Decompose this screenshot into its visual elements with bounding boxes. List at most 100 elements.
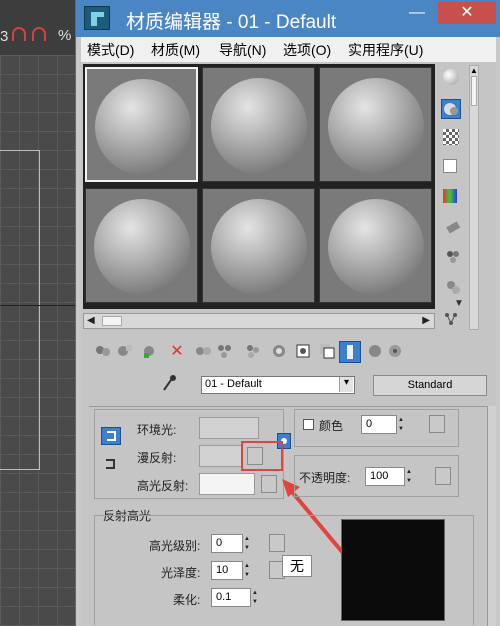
map-tooltip: 无 [282,555,312,577]
material-name-value: 01 - Default [205,378,262,390]
highlight-curve-graph [341,519,445,621]
close-button[interactable]: ✕ [438,2,496,24]
slots-horizontal-scrollbar[interactable]: ◀ ▶ [83,313,435,329]
soften-value: 0.1 [216,591,232,603]
material-sphere [94,199,190,295]
diffuse-label: 漫反射: [137,451,177,465]
specular-level-label: 高光级别: [149,539,201,553]
opacity-value: 100 [370,470,389,482]
menu-navigation[interactable]: 导航(N) [219,40,266,60]
menu-utilities[interactable]: 实用程序(U) [348,40,423,60]
sample-slots-grid [83,64,435,309]
show-end-result-icon[interactable] [317,342,337,362]
self-illum-map-button[interactable] [429,415,445,433]
make-preview-icon[interactable] [443,219,463,239]
material-type-button[interactable]: Standard [373,375,487,396]
self-illum-color-label: 颜色 [319,419,344,433]
lock-diffuse-specular-icon[interactable] [103,457,117,471]
params-scrollbar[interactable] [487,406,496,626]
scroll-left-arrow-icon[interactable]: ◀ [87,315,95,326]
go-forward-sibling-icon[interactable] [365,342,385,362]
material-name-dropdown[interactable]: 01 - Default ▾ [201,376,355,394]
glossiness-value: 10 [216,564,229,576]
options-icon[interactable] [443,249,463,269]
material-sphere [328,78,424,174]
material-sphere [211,199,307,295]
side-scroll-thumb[interactable] [471,76,477,106]
sample-slot[interactable] [202,67,315,182]
video-color-check-icon[interactable] [443,189,457,203]
sample-slot[interactable] [202,188,315,303]
material-editor-window: 材质编辑器 - 01 - Default — ✕ 模式(D) 材质(M) 导航(… [75,0,500,626]
specular-level-map-button[interactable] [269,534,285,552]
opacity-map-button[interactable] [435,467,451,485]
viewport-axis-line [0,305,75,306]
snap-magnet-icon[interactable] [12,27,26,41]
sample-slot[interactable] [319,188,432,303]
menu-options[interactable]: 选项(O) [283,40,331,60]
sample-type-icon[interactable] [443,69,459,85]
make-unique-icon[interactable] [215,342,235,362]
menu-bar: 模式(D) 材质(M) 导航(N) 选项(O) 实用程序(U) [81,37,496,62]
editor-content: ◀ ▶ ▼ ▲ ✕ 01 - Default ▾ Standard 环境光: 漫… [81,62,496,626]
specular-level-value: 0 [216,537,223,549]
material-id-channel-icon[interactable] [269,342,289,362]
viewport-object-outline [0,150,40,470]
3dsmax-app-icon [84,6,110,30]
dropdown-arrow-icon[interactable]: ▾ [339,377,353,392]
material-sphere [95,79,191,175]
parameters-rollout: 环境光: 漫反射: 高光反射: 颜色 0 ▲ ▼ 不透明度: 100 ▲ ▼ 反… [89,406,489,625]
scroll-up-arrow-icon[interactable]: ▲ [470,66,478,75]
material-name-row: 01 - Default ▾ Standard [81,370,496,398]
scroll-right-arrow-icon[interactable]: ▶ [422,315,430,326]
title-bar[interactable]: 材质编辑器 - 01 - Default — ✕ [76,0,500,37]
soften-label: 柔化: [173,593,201,607]
glossiness-label: 光泽度: [161,566,201,580]
menu-material[interactable]: 材质(M) [151,40,200,60]
sample-slot[interactable] [85,188,198,303]
make-material-copy-icon[interactable] [193,342,213,362]
put-to-library-icon[interactable] [243,342,263,362]
glossiness-spinner[interactable]: 10 ▲ ▼ [211,561,250,580]
spinner-arrows-icon[interactable]: ▲ ▼ [398,416,408,435]
self-illum-color-checkbox[interactable] [303,419,314,430]
diffuse-color-swatch[interactable] [199,445,243,467]
sample-slot[interactable] [85,67,198,182]
spinner-arrows-icon[interactable]: ▲ ▼ [244,562,254,581]
material-map-navigator-icon[interactable] [442,310,460,328]
show-shaded-material-icon[interactable] [293,342,313,362]
backlight-icon[interactable] [441,99,461,119]
minimize-button[interactable]: — [404,2,430,24]
sample-uv-tiling-icon[interactable] [443,159,457,173]
put-material-to-scene-icon[interactable] [115,342,135,362]
specular-color-swatch[interactable] [199,473,255,495]
opacity-spinner[interactable]: 100 ▲ ▼ [365,467,412,486]
spinner-arrows-icon[interactable]: ▲ ▼ [252,589,262,608]
menu-mode[interactable]: 模式(D) [87,40,134,60]
side-toolbar: ▼ ▲ [439,62,496,332]
percent-snap-icon[interactable]: % [58,27,71,44]
spinner-arrows-icon[interactable]: ▲ ▼ [244,535,254,554]
opacity-label: 不透明度: [299,471,351,485]
self-illum-value: 0 [366,418,373,430]
scroll-thumb[interactable] [102,316,122,326]
self-illum-spinner[interactable]: 0 ▲ ▼ [361,415,404,434]
horizontal-toolbar: ✕ [81,339,496,365]
viewport-grid[interactable] [0,55,75,626]
angle-snap-icon[interactable] [32,27,46,41]
reset-map-icon[interactable]: ✕ [167,342,187,362]
spinner-arrows-icon[interactable]: ▲ ▼ [406,468,416,487]
pick-from-object-icon[interactable] [385,342,405,362]
assign-to-selection-icon[interactable] [139,342,159,362]
soften-spinner[interactable]: 0.1 ▲ ▼ [211,588,258,607]
specular-level-spinner[interactable]: 0 ▲ ▼ [211,534,250,553]
side-toolbar-scrollbar[interactable]: ▲ [469,65,479,330]
sample-slot[interactable] [319,67,432,182]
go-to-parent-icon[interactable] [339,341,361,363]
lock-ambient-diffuse-button[interactable] [101,427,121,445]
eyedropper-icon[interactable] [161,374,177,392]
get-material-icon[interactable] [93,342,113,362]
viewport-toolbar: 3 % [0,0,75,55]
ambient-color-swatch[interactable] [199,417,259,439]
background-checker-icon[interactable] [443,129,459,145]
